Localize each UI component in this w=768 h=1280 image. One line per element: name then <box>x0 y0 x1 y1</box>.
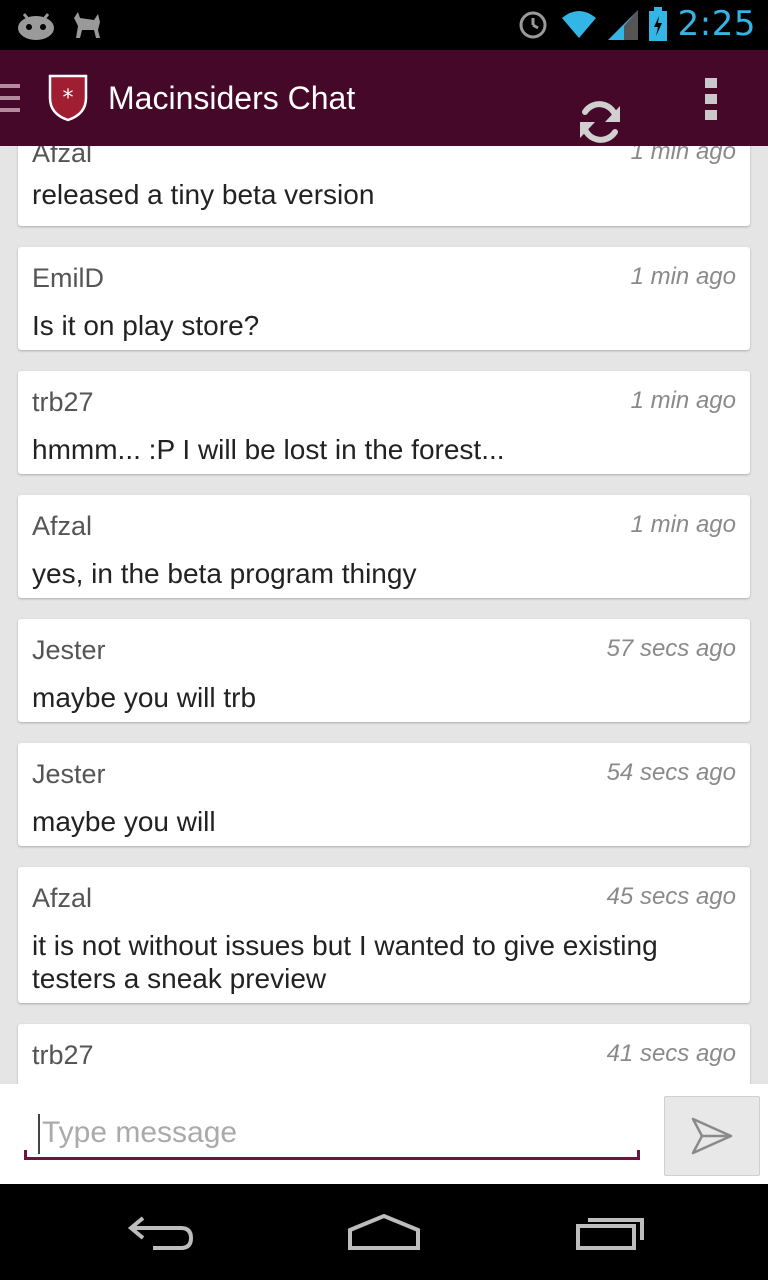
message-input-placeholder: Type message <box>42 1116 238 1149</box>
message-card: trb27 41 secs ago <box>18 1024 750 1084</box>
alarm-icon <box>519 11 547 39</box>
message-card: Afzal 45 secs ago it is not without issu… <box>18 867 750 1003</box>
message-time: 41 secs ago <box>606 1040 736 1067</box>
recents-icon <box>576 1218 644 1250</box>
recents-button[interactable] <box>570 1206 650 1258</box>
overflow-menu-icon[interactable] <box>704 78 718 120</box>
message-card: Afzal 1 min ago yes, in the beta program… <box>18 495 750 598</box>
svg-text:*: * <box>63 86 74 111</box>
message-time: 1 min ago <box>630 387 736 414</box>
message-text: yes, in the beta program thingy <box>32 558 417 589</box>
message-author: Jester <box>32 635 106 665</box>
send-button[interactable] <box>664 1096 760 1176</box>
message-card: EmilD 1 min ago Is it on play store? <box>18 247 750 350</box>
message-author: Afzal <box>32 883 93 913</box>
action-bar: * Macinsiders Chat <box>0 50 768 146</box>
message-card: Jester 57 secs ago maybe you will trb <box>18 619 750 722</box>
back-button[interactable] <box>120 1206 200 1258</box>
message-author: Afzal <box>32 146 93 168</box>
message-time: 45 secs ago <box>606 883 736 910</box>
message-text: it is not without issues but I wanted to… <box>32 930 658 994</box>
message-card: Jester 54 secs ago maybe you will <box>18 743 750 846</box>
refresh-icon[interactable] <box>574 96 626 148</box>
message-list[interactable]: Afzal 1 min ago released a tiny beta ver… <box>0 146 768 1084</box>
message-text: hmmm... :P I will be lost in the forest.… <box>32 434 505 465</box>
send-icon <box>691 1117 733 1155</box>
message-time: 1 min ago <box>630 511 736 538</box>
composer-bar: Type message <box>0 1084 768 1184</box>
message-author: trb27 <box>32 387 94 417</box>
message-card: trb27 1 min ago hmmm... :P I will be los… <box>18 371 750 474</box>
menu-icon[interactable] <box>0 84 20 114</box>
message-author: EmilD <box>32 263 104 293</box>
battery-icon <box>648 7 667 41</box>
home-icon <box>348 1213 420 1250</box>
clock: 2:25 <box>677 4 756 44</box>
message-author: Afzal <box>32 511 93 541</box>
system-nav-bar <box>0 1184 768 1280</box>
app-logo-shield[interactable]: * <box>48 74 88 122</box>
message-author: Jester <box>32 759 106 789</box>
message-time: 57 secs ago <box>606 635 736 662</box>
message-time: 1 min ago <box>630 263 736 290</box>
cat-icon <box>74 12 100 38</box>
message-time: 1 min ago <box>630 146 736 165</box>
message-text: released a tiny beta version <box>32 179 375 210</box>
message-time: 54 secs ago <box>606 759 736 786</box>
android-icon <box>18 13 54 40</box>
message-author: trb27 <box>32 1040 94 1070</box>
back-icon <box>127 1216 194 1250</box>
message-text: maybe you will trb <box>32 682 257 713</box>
home-button[interactable] <box>344 1206 424 1258</box>
input-underline <box>24 1150 640 1160</box>
message-text: maybe you will <box>32 806 216 837</box>
signal-icon <box>607 10 638 40</box>
message-input[interactable]: Type message <box>24 1104 640 1160</box>
status-bar: 2:25 <box>0 0 768 50</box>
message-card: Afzal 1 min ago released a tiny beta ver… <box>18 146 750 226</box>
app-title: Macinsiders Chat <box>108 80 356 116</box>
wifi-icon <box>561 11 596 38</box>
message-text: Is it on play store? <box>32 310 260 341</box>
text-cursor <box>38 1114 40 1154</box>
